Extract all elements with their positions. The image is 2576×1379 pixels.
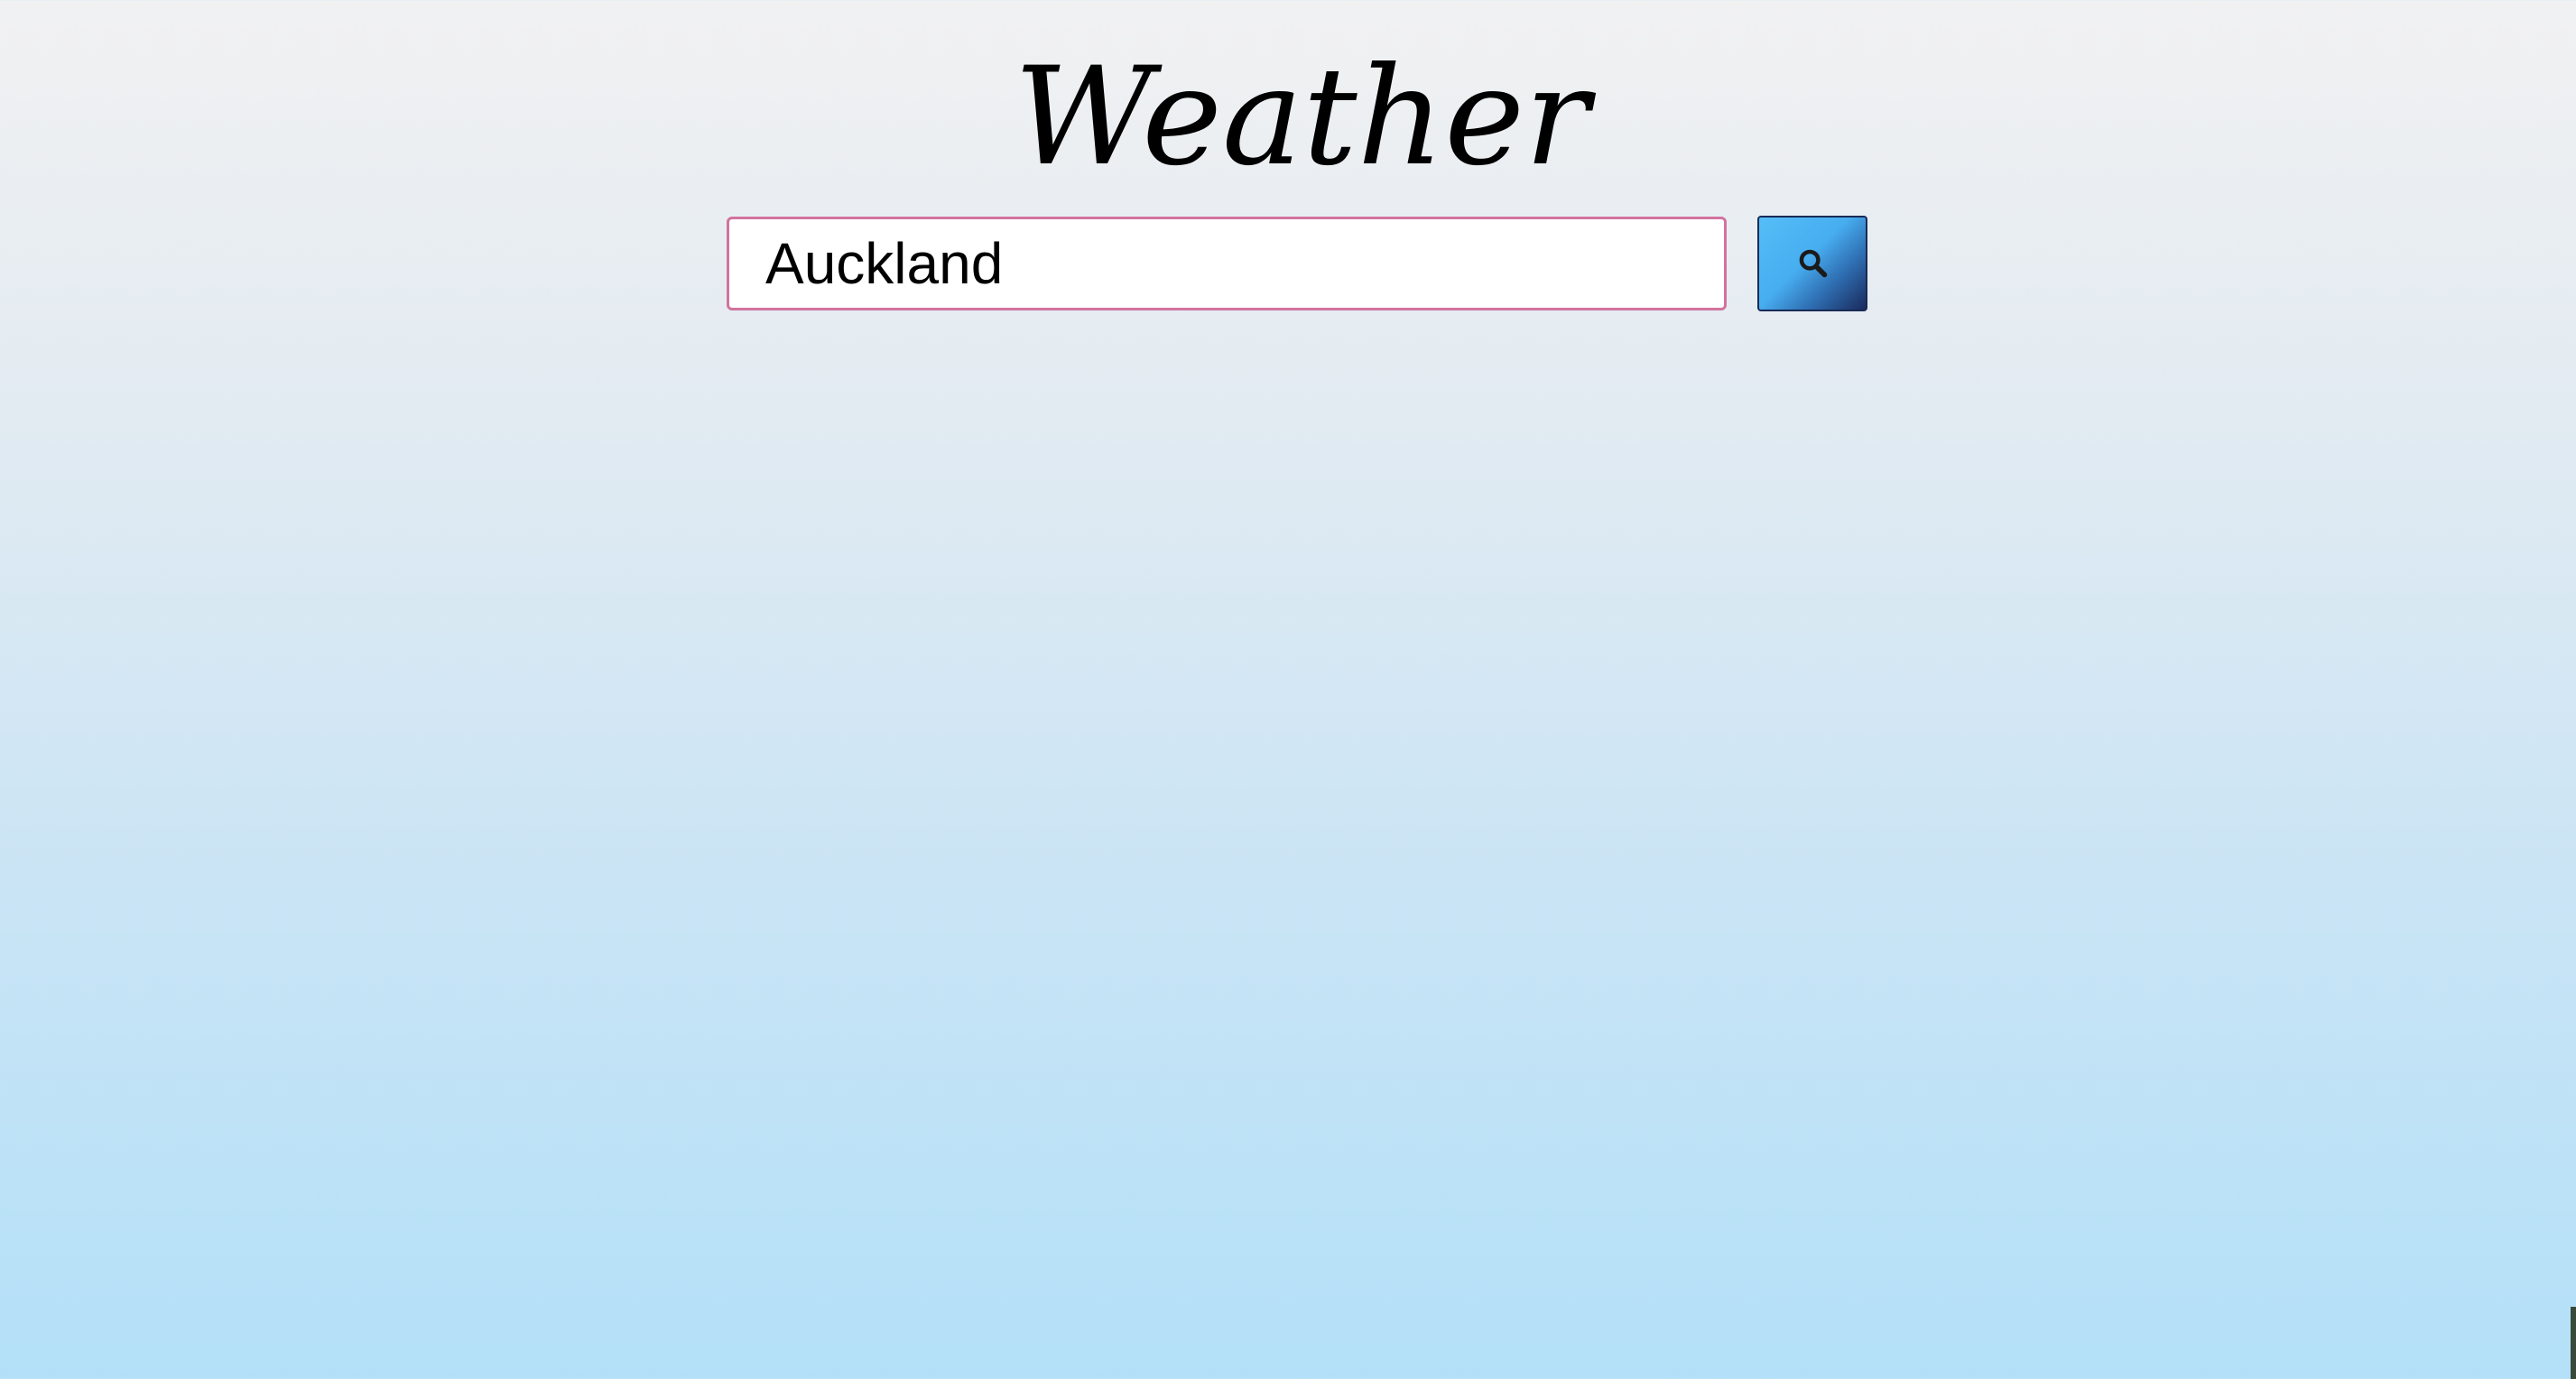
- search-bar: [727, 216, 1867, 311]
- page-title: Weather: [1014, 39, 1589, 196]
- search-icon: [1797, 247, 1828, 281]
- search-button[interactable]: [1757, 216, 1867, 311]
- window-edge-handle: [2571, 1307, 2576, 1379]
- city-search-input[interactable]: [727, 217, 1727, 310]
